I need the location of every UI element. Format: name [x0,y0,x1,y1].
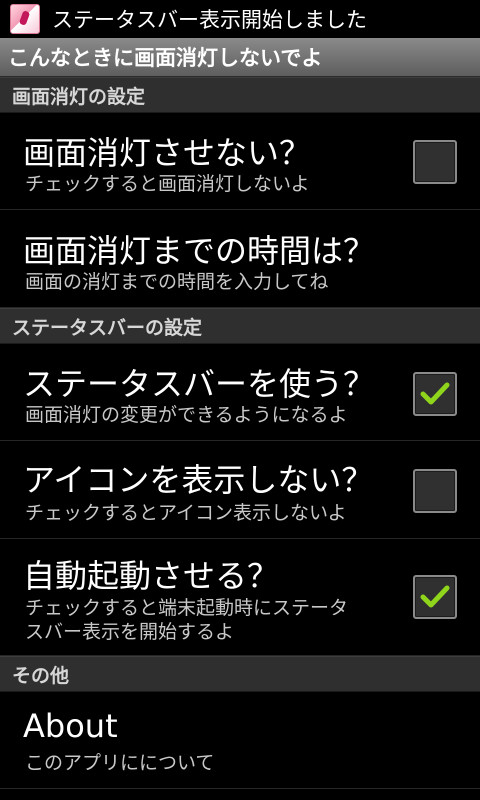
pref-use-statusbar[interactable]: ステータスバーを使う？ 画面消灯の変更ができるようになるよ [0,343,480,441]
check-mark-icon [420,382,450,405]
section-header-label: 画面消灯の設定 [12,85,146,108]
app-title-bar: こんなときに画面消灯しないでよ [0,38,480,77]
status-notification-text: ステータスバー表示開始しました [52,8,367,32]
pref-summary-line1: チェックすると端末起動時にステータ [25,597,349,619]
pref-title: 自動起動させる？ [23,557,280,595]
pref-no-screen-off[interactable]: 画面消灯させない？ チェックすると画面消灯しないよ [0,112,480,210]
status-bar: ステータスバー表示開始しました [0,0,480,38]
pref-summary: 画面の消灯までの時間を入力してね [25,271,329,293]
pref-hide-icon[interactable]: アイコンを表示しない？ チェックするとアイコン表示しないよ [0,441,480,539]
section-header-label: その他 [12,664,70,687]
use-statusbar-checkbox[interactable] [413,372,457,416]
no-screen-off-checkbox[interactable] [413,140,457,184]
pref-summary: チェックするとアイコン表示しないよ [25,502,347,524]
section-header-statusbar: ステータスバーの設定 [0,308,480,344]
auto-start-checkbox[interactable] [413,575,457,619]
pref-title: アイコンを表示しない？ [23,461,374,499]
check-mark-icon [420,585,450,608]
app-notification-icon [10,4,40,34]
pref-time-until-off[interactable]: 画面消灯までの時間は？ 画面の消灯までの時間を入力してね [0,210,480,308]
pref-summary: このアプリにについて [25,752,215,774]
pref-auto-start[interactable]: 自動起動させる？ チェックすると端末起動時にステータ スバー表示を開始するよ [0,539,480,656]
section-header-other: その他 [0,656,480,692]
pref-title: About [23,707,118,745]
pref-summary: 画面消灯の変更ができるようになるよ [25,404,348,426]
pref-title: 画面消灯させない？ [23,134,312,172]
pref-about[interactable]: About このアプリにについて [0,691,480,789]
app-title: こんなときに画面消灯しないでよ [8,46,323,70]
section-header-screen: 画面消灯の設定 [0,77,480,113]
pref-summary-line2: スバー表示を開始するよ [25,621,235,643]
pref-title: 画面消灯までの時間は？ [23,232,376,270]
section-header-label: ステータスバーの設定 [12,316,203,339]
pref-summary: チェックすると画面消灯しないよ [25,173,310,195]
hide-icon-checkbox[interactable] [413,469,457,513]
pref-title: ステータスバーを使う？ [23,365,376,403]
